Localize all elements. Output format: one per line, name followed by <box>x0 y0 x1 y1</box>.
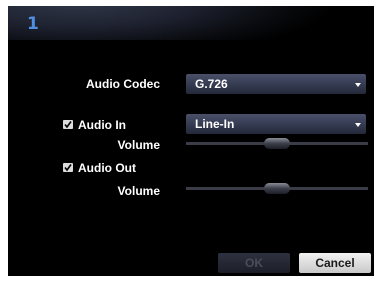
cancel-button[interactable]: Cancel <box>299 253 371 273</box>
audio-out-volume-label: Volume <box>117 184 160 198</box>
slider-thumb[interactable] <box>264 183 290 194</box>
check-icon <box>64 121 72 129</box>
ok-button[interactable]: OK <box>218 253 290 273</box>
audio-out-label: Audio Out <box>78 161 136 175</box>
audio-codec-label: Audio Codec <box>86 77 160 91</box>
audio-codec-dropdown[interactable]: G.726 <box>186 74 366 94</box>
audio-in-source-value: Line-In <box>195 117 235 131</box>
audio-codec-value: G.726 <box>195 77 228 91</box>
check-icon <box>64 164 72 172</box>
window-title: 1 <box>27 14 39 34</box>
slider-thumb[interactable] <box>264 138 290 149</box>
audio-in-volume-slider[interactable] <box>186 137 368 151</box>
audio-in-source-dropdown[interactable]: Line-In <box>186 114 366 134</box>
chevron-down-icon <box>355 83 361 87</box>
audio-in-checkbox[interactable] <box>63 120 73 129</box>
audio-in-volume-label: Volume <box>117 138 160 152</box>
audio-out-volume-slider[interactable] <box>186 182 368 196</box>
title-bar: 1 <box>8 6 374 40</box>
audio-in-label: Audio In <box>78 118 126 132</box>
chevron-down-icon <box>355 123 361 127</box>
audio-out-checkbox[interactable] <box>63 163 73 172</box>
settings-dialog: 1 Audio Codec G.726 Audio In Line-In Vol… <box>8 6 374 276</box>
